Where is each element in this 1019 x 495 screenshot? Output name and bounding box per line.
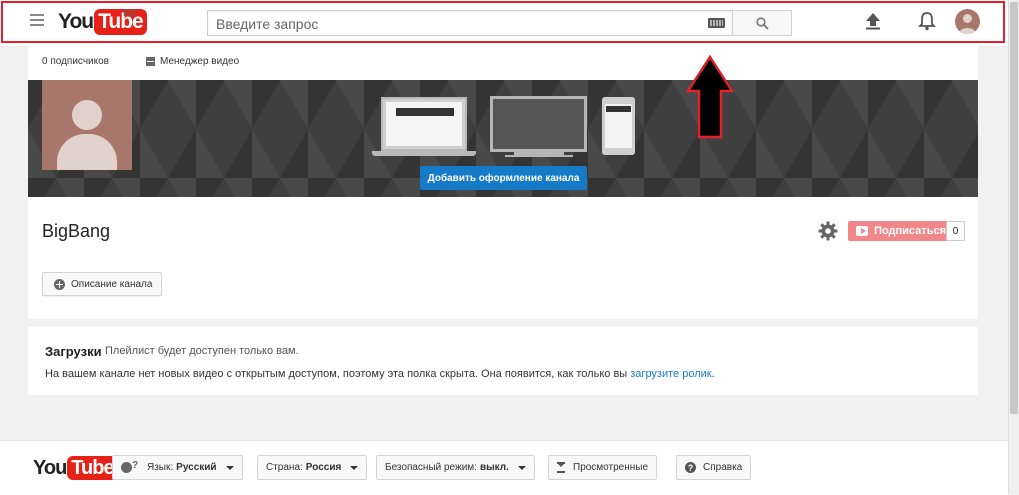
footer-logo-text-you: You <box>33 456 67 479</box>
language-label: Язык: <box>147 462 174 473</box>
logo-text-tube: Tube <box>94 9 147 35</box>
search-box <box>207 10 733 36</box>
subscribe-label: Подписаться <box>874 225 946 237</box>
empty-message-suffix: . <box>711 368 715 380</box>
history-label: Просмотренные <box>573 462 649 473</box>
uploads-card <box>28 327 978 395</box>
video-manager-label: Менеджер видео <box>160 56 240 67</box>
search-icon <box>755 16 769 30</box>
scrollbar-thumb[interactable] <box>1010 2 1018 414</box>
uploads-title[interactable]: Загрузки <box>45 344 102 359</box>
safe-mode-value: выкл. <box>479 462 509 473</box>
video-manager-icon <box>146 57 155 66</box>
gear-icon[interactable] <box>818 221 838 241</box>
language-icon <box>121 460 141 473</box>
bell-icon[interactable] <box>918 11 936 31</box>
logo-text-you: You <box>58 10 94 33</box>
phone-screen-bar <box>606 106 631 112</box>
menu-icon[interactable] <box>30 14 44 26</box>
empty-message-text: На вашем канале нет новых видео с открыт… <box>45 368 631 380</box>
play-icon <box>856 226 869 236</box>
upload-icon[interactable] <box>865 12 881 30</box>
country-label: Страна: <box>266 462 303 473</box>
uploads-private-note: Плейлист будет доступен только вам. <box>105 345 299 357</box>
logo-region: RU <box>123 8 136 18</box>
uploads-empty-message: На вашем канале нет новых видео с открыт… <box>45 368 715 380</box>
safety-mode-button[interactable]: Безопасный режим: выкл. <box>376 455 535 480</box>
video-manager-link[interactable]: Менеджер видео <box>146 56 239 67</box>
upload-video-link[interactable]: загрузите ролик <box>630 368 711 380</box>
annotation-arrow <box>686 55 734 139</box>
history-button[interactable]: Просмотренные <box>548 455 658 480</box>
avatar[interactable] <box>955 9 980 34</box>
keyboard-icon[interactable] <box>708 18 725 28</box>
channel-description-button[interactable]: Описание канала <box>42 272 162 296</box>
add-channel-art-button[interactable]: Добавить оформление канала <box>420 166 587 190</box>
footer-youtube-logo[interactable]: You Tube <box>33 456 118 480</box>
country-value: Россия <box>305 462 342 473</box>
channel-name: BigBang <box>42 221 111 241</box>
hourglass-icon <box>557 462 565 473</box>
channel-avatar[interactable] <box>42 80 132 170</box>
chevron-down-icon <box>225 465 234 470</box>
search-button[interactable] <box>732 10 792 36</box>
tv-foot <box>505 155 573 157</box>
plus-icon <box>54 278 65 290</box>
footer-logo-text-tube: Tube <box>67 456 118 480</box>
country-picker-button[interactable]: Страна: Россия <box>257 455 368 480</box>
safe-mode-label: Безопасный режим: <box>385 462 477 473</box>
help-label: Справка <box>703 462 743 473</box>
laptop-base <box>372 151 476 156</box>
subscriber-count-label[interactable]: 0 подписчиков <box>42 56 109 67</box>
laptop-screen-bar <box>396 108 454 116</box>
subscriber-count-badge: 0 <box>946 221 965 241</box>
chevron-down-icon <box>350 465 359 470</box>
language-picker-button[interactable]: Язык: Русский <box>112 455 243 480</box>
help-icon: ? <box>685 462 696 473</box>
subscribe-button[interactable]: Подписаться <box>848 221 946 241</box>
channel-description-label: Описание канала <box>71 278 153 290</box>
search-input[interactable] <box>214 12 698 36</box>
chevron-down-icon <box>517 465 526 470</box>
help-button[interactable]: ? Справка <box>676 455 752 480</box>
avatar-silhouette-icon <box>959 14 976 34</box>
language-value: Русский <box>176 462 217 473</box>
tv-illustration-icon <box>490 96 587 152</box>
